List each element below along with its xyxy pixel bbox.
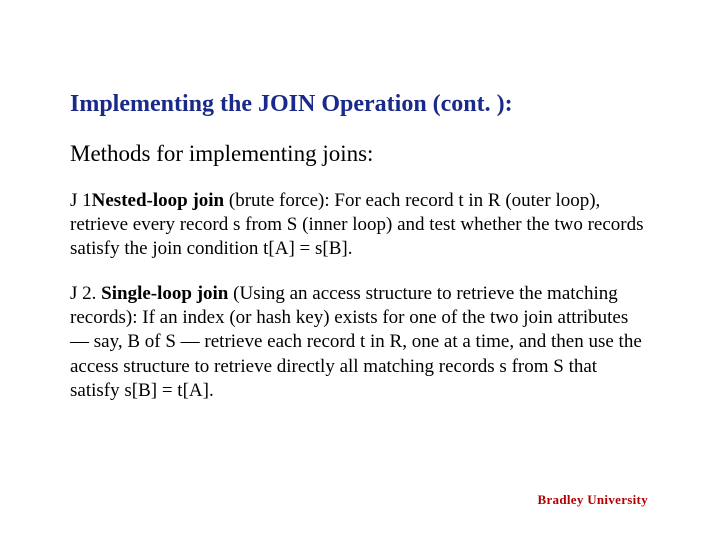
slide-title: Implementing the JOIN Operation (cont. )… — [70, 90, 650, 119]
slide-subtitle: Methods for implementing joins: — [70, 141, 650, 167]
j1-name: Nested-loop join — [92, 190, 224, 211]
footer-logo: Bradley University — [538, 492, 648, 508]
paragraph-j1: J 1Nested-loop join (brute force): For e… — [70, 189, 650, 262]
j1-label: J 1 — [70, 190, 92, 211]
j2-name: Single-loop join — [101, 283, 228, 304]
paragraph-j2: J 2. Single-loop join (Using an access s… — [70, 282, 650, 404]
slide: Implementing the JOIN Operation (cont. )… — [0, 0, 720, 540]
j2-label: J 2. — [70, 283, 101, 304]
